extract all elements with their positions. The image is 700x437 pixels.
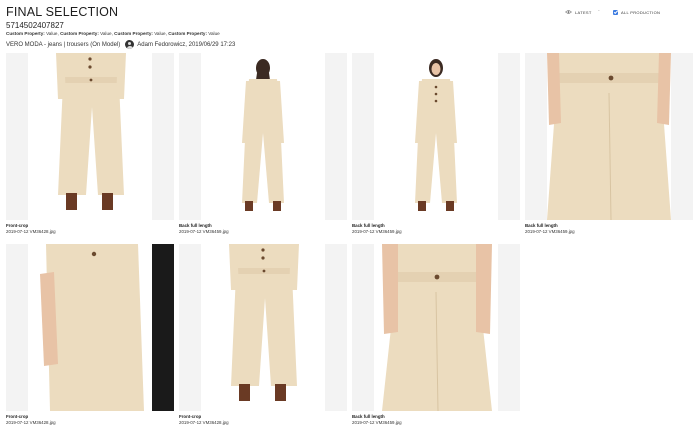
- avatar: [125, 40, 135, 49]
- image-caption: Back full length: [179, 223, 212, 228]
- product-photo[interactable]: [525, 53, 693, 220]
- image-caption: Back full length: [525, 223, 558, 228]
- photo-image: [547, 53, 671, 220]
- category-label: VERO MODA - jeans | trousers (On Model): [6, 41, 121, 48]
- controls-separator: -: [598, 8, 600, 14]
- meta-row: VERO MODA - jeans | trousers (On Model) …: [6, 39, 235, 50]
- product-photo[interactable]: [352, 53, 520, 220]
- property-value: Value: [100, 31, 112, 36]
- eye-icon: [565, 10, 572, 14]
- image-filename: 2019-07-12 VM36428.jpg: [6, 229, 56, 234]
- image-filename: 2019-07-12 VM36459.jpg: [525, 229, 575, 234]
- property-name: Custom Property:: [168, 31, 207, 36]
- image-filename: 2019-07-12 VM36428.jpg: [6, 420, 56, 425]
- custom-properties: Custom Property: Value, Custom Property:…: [6, 31, 220, 36]
- all-production-checkbox[interactable]: [613, 9, 618, 15]
- page-title: FINAL SELECTION: [6, 5, 119, 19]
- photo-image: [201, 53, 325, 220]
- image-caption: Back full length: [352, 414, 385, 419]
- author-label: Adam Fedorowicz, 2019/06/29 17:23: [137, 41, 236, 48]
- latest-toggle[interactable]: LATEST: [565, 8, 592, 16]
- image-filename: 2019-07-12 VM36459.jpg: [352, 229, 402, 234]
- property-value: Value: [208, 31, 220, 36]
- photo-image: [374, 244, 498, 411]
- property-name: Custom Property:: [60, 31, 99, 36]
- latest-label: LATEST: [575, 9, 592, 15]
- image-caption: Front-crop: [6, 414, 29, 419]
- image-filename: 2019-07-12 VM36428.jpg: [179, 420, 229, 425]
- image-caption: Front-crop: [6, 223, 29, 228]
- product-photo[interactable]: [6, 244, 174, 411]
- image-caption: Front-crop: [179, 414, 202, 419]
- product-sku: 5714502407827: [6, 21, 64, 30]
- photo-image: [374, 53, 498, 220]
- all-production-toggle[interactable]: ALL PRODUCTION: [613, 8, 660, 16]
- property-value: Value: [154, 31, 166, 36]
- property-value: Value: [46, 31, 58, 36]
- property-name: Custom Property:: [114, 31, 153, 36]
- product-photo[interactable]: [6, 53, 174, 220]
- photo-image: [28, 53, 152, 220]
- photo-image: [201, 244, 325, 411]
- all-production-label: ALL PRODUCTION: [621, 9, 661, 15]
- image-filename: 2019-07-12 VM36459.jpg: [179, 229, 229, 234]
- image-caption: Back full length: [352, 223, 385, 228]
- product-photo[interactable]: [179, 244, 347, 411]
- property-name: Custom Property:: [6, 31, 45, 36]
- image-filename: 2019-07-12 VM36459.jpg: [352, 420, 402, 425]
- product-photo[interactable]: [179, 53, 347, 220]
- product-photo[interactable]: [352, 244, 520, 411]
- photo-image: [28, 244, 174, 411]
